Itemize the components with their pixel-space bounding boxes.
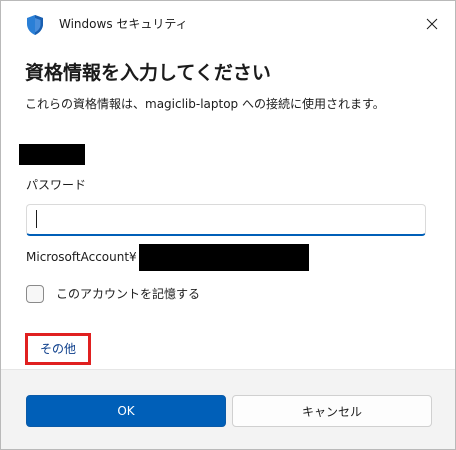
title-bar: Windows セキュリティ	[1, 1, 455, 49]
redacted-username	[19, 144, 85, 165]
more-choices-link[interactable]: その他	[40, 340, 76, 358]
close-icon	[426, 15, 438, 34]
window-title: Windows セキュリティ	[59, 17, 188, 31]
redacted-account-name	[139, 244, 309, 271]
credential-dialog: Windows セキュリティ 資格情報を入力してください これらの資格情報は、m…	[0, 0, 456, 450]
cancel-button[interactable]: キャンセル	[232, 395, 432, 427]
remember-account-checkbox[interactable]	[26, 285, 44, 303]
remember-account-option[interactable]: このアカウントを記憶する	[26, 283, 200, 305]
remember-account-label: このアカウントを記憶する	[56, 287, 201, 301]
password-label: パスワード	[26, 178, 87, 192]
shield-icon	[25, 14, 45, 36]
close-button[interactable]	[409, 1, 455, 47]
more-choices-highlight: その他	[25, 333, 91, 365]
account-domain-label: MicrosoftAccount¥	[26, 250, 137, 264]
ok-button[interactable]: OK	[26, 395, 226, 427]
dialog-footer: OK キャンセル	[1, 369, 455, 449]
text-caret	[36, 210, 37, 228]
password-field[interactable]	[26, 204, 426, 236]
dialog-heading: 資格情報を入力してください	[25, 62, 271, 84]
dialog-description: これらの資格情報は、magiclib-laptop への接続に使用されます。	[25, 97, 385, 111]
